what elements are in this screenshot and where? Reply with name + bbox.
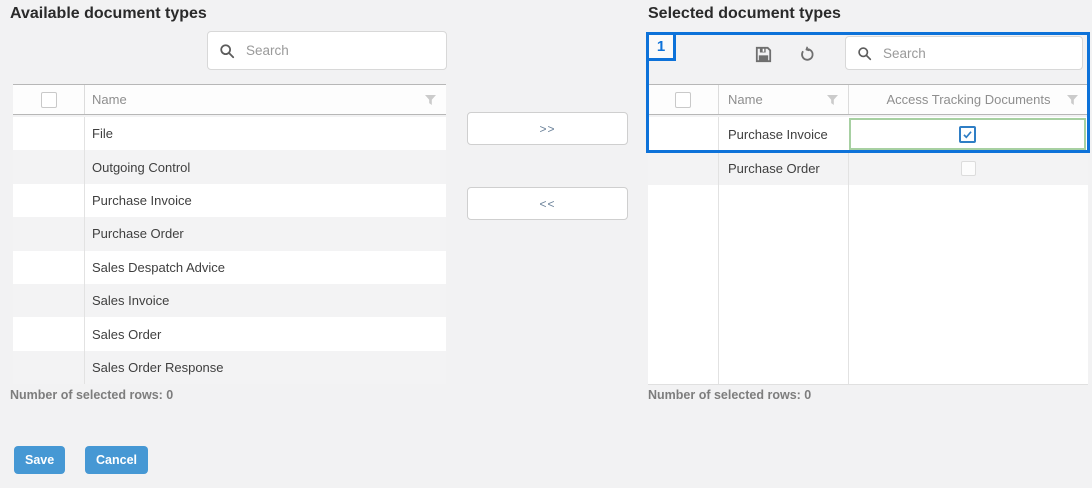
selected-selected-rows-count: Number of selected rows: 0 bbox=[648, 388, 811, 402]
access-tracking-column-header[interactable]: Access Tracking Documents bbox=[848, 85, 1088, 114]
row-checkbox-cell[interactable] bbox=[648, 117, 718, 151]
filter-icon[interactable] bbox=[1066, 93, 1079, 106]
selected-search-box[interactable] bbox=[845, 36, 1083, 70]
row-name: Sales Order Response bbox=[84, 351, 446, 384]
name-column-label: Name bbox=[92, 92, 127, 107]
available-search-box[interactable] bbox=[207, 31, 447, 70]
available-search-input[interactable] bbox=[244, 42, 435, 59]
row-name: Purchase Invoice bbox=[718, 117, 848, 151]
row-name: Purchase Order bbox=[718, 151, 848, 185]
undo-icon bbox=[798, 46, 815, 63]
table-row[interactable]: Purchase Order bbox=[648, 151, 1088, 185]
row-name: Sales Order bbox=[84, 317, 446, 350]
undo-button[interactable] bbox=[794, 42, 818, 66]
save-changes-button[interactable] bbox=[751, 42, 775, 66]
name-column-header[interactable]: Name bbox=[718, 85, 848, 114]
table-row[interactable]: Purchase Invoice bbox=[13, 184, 446, 217]
move-left-button[interactable]: << bbox=[467, 187, 628, 220]
column-divider bbox=[848, 185, 849, 384]
row-checkbox-cell[interactable] bbox=[13, 251, 84, 284]
select-all-checkbox[interactable] bbox=[41, 92, 57, 108]
available-table-body: File Outgoing Control Purchase Invoice P… bbox=[13, 117, 446, 384]
access-tracking-cell[interactable] bbox=[848, 151, 1088, 185]
access-tracking-checkbox-unchecked[interactable] bbox=[961, 161, 976, 176]
selected-panel-title: Selected document types bbox=[648, 5, 841, 23]
document-types-editor: Available document types Name File Outgo… bbox=[0, 0, 1092, 488]
available-selected-rows-count: Number of selected rows: 0 bbox=[10, 388, 173, 402]
table-row[interactable]: Sales Order Response bbox=[13, 351, 446, 384]
name-column-header[interactable]: Name bbox=[84, 85, 446, 114]
selected-table-header: Name Access Tracking Documents bbox=[648, 84, 1088, 115]
name-column-label: Name bbox=[728, 92, 763, 107]
search-icon bbox=[219, 43, 235, 59]
row-checkbox-cell[interactable] bbox=[13, 117, 84, 150]
row-checkbox-cell[interactable] bbox=[648, 151, 718, 185]
selected-table-empty-area bbox=[648, 185, 1088, 385]
column-divider bbox=[718, 185, 719, 384]
access-tracking-checkbox-checked[interactable] bbox=[959, 126, 976, 143]
row-name: Purchase Invoice bbox=[84, 184, 446, 217]
table-row[interactable]: Outgoing Control bbox=[13, 150, 446, 183]
available-panel-title: Available document types bbox=[10, 5, 207, 23]
table-row[interactable]: Sales Despatch Advice bbox=[13, 251, 446, 284]
filter-icon[interactable] bbox=[826, 93, 839, 106]
select-all-cell[interactable] bbox=[648, 85, 718, 114]
access-tracking-cell[interactable] bbox=[848, 117, 1088, 151]
active-edit-cell[interactable] bbox=[849, 118, 1086, 150]
table-row[interactable]: Sales Order bbox=[13, 317, 446, 350]
select-all-cell[interactable] bbox=[13, 85, 84, 114]
row-name: Outgoing Control bbox=[84, 150, 446, 183]
table-row[interactable]: File bbox=[13, 117, 446, 150]
table-row[interactable]: Sales Invoice bbox=[13, 284, 446, 317]
row-checkbox-cell[interactable] bbox=[13, 317, 84, 350]
callout-step-badge: 1 bbox=[646, 32, 676, 61]
save-button[interactable]: Save bbox=[14, 446, 65, 474]
row-name: Sales Invoice bbox=[84, 284, 446, 317]
selected-search-input[interactable] bbox=[881, 45, 1071, 62]
save-icon bbox=[755, 46, 772, 63]
row-name: File bbox=[84, 117, 446, 150]
row-checkbox-cell[interactable] bbox=[13, 150, 84, 183]
cancel-button[interactable]: Cancel bbox=[85, 446, 148, 474]
row-checkbox-cell[interactable] bbox=[13, 217, 84, 250]
move-right-button[interactable]: >> bbox=[467, 112, 628, 145]
row-name: Sales Despatch Advice bbox=[84, 251, 446, 284]
search-icon bbox=[857, 46, 872, 61]
table-row[interactable]: Purchase Order bbox=[13, 217, 446, 250]
row-checkbox-cell[interactable] bbox=[13, 284, 84, 317]
available-table-header: Name bbox=[13, 84, 446, 115]
access-tracking-column-label: Access Tracking Documents bbox=[886, 92, 1050, 107]
row-checkbox-cell[interactable] bbox=[13, 184, 84, 217]
table-row[interactable]: Purchase Invoice bbox=[648, 117, 1088, 151]
row-checkbox-cell[interactable] bbox=[13, 351, 84, 384]
select-all-checkbox[interactable] bbox=[675, 92, 691, 108]
filter-icon[interactable] bbox=[424, 93, 437, 106]
row-name: Purchase Order bbox=[84, 217, 446, 250]
